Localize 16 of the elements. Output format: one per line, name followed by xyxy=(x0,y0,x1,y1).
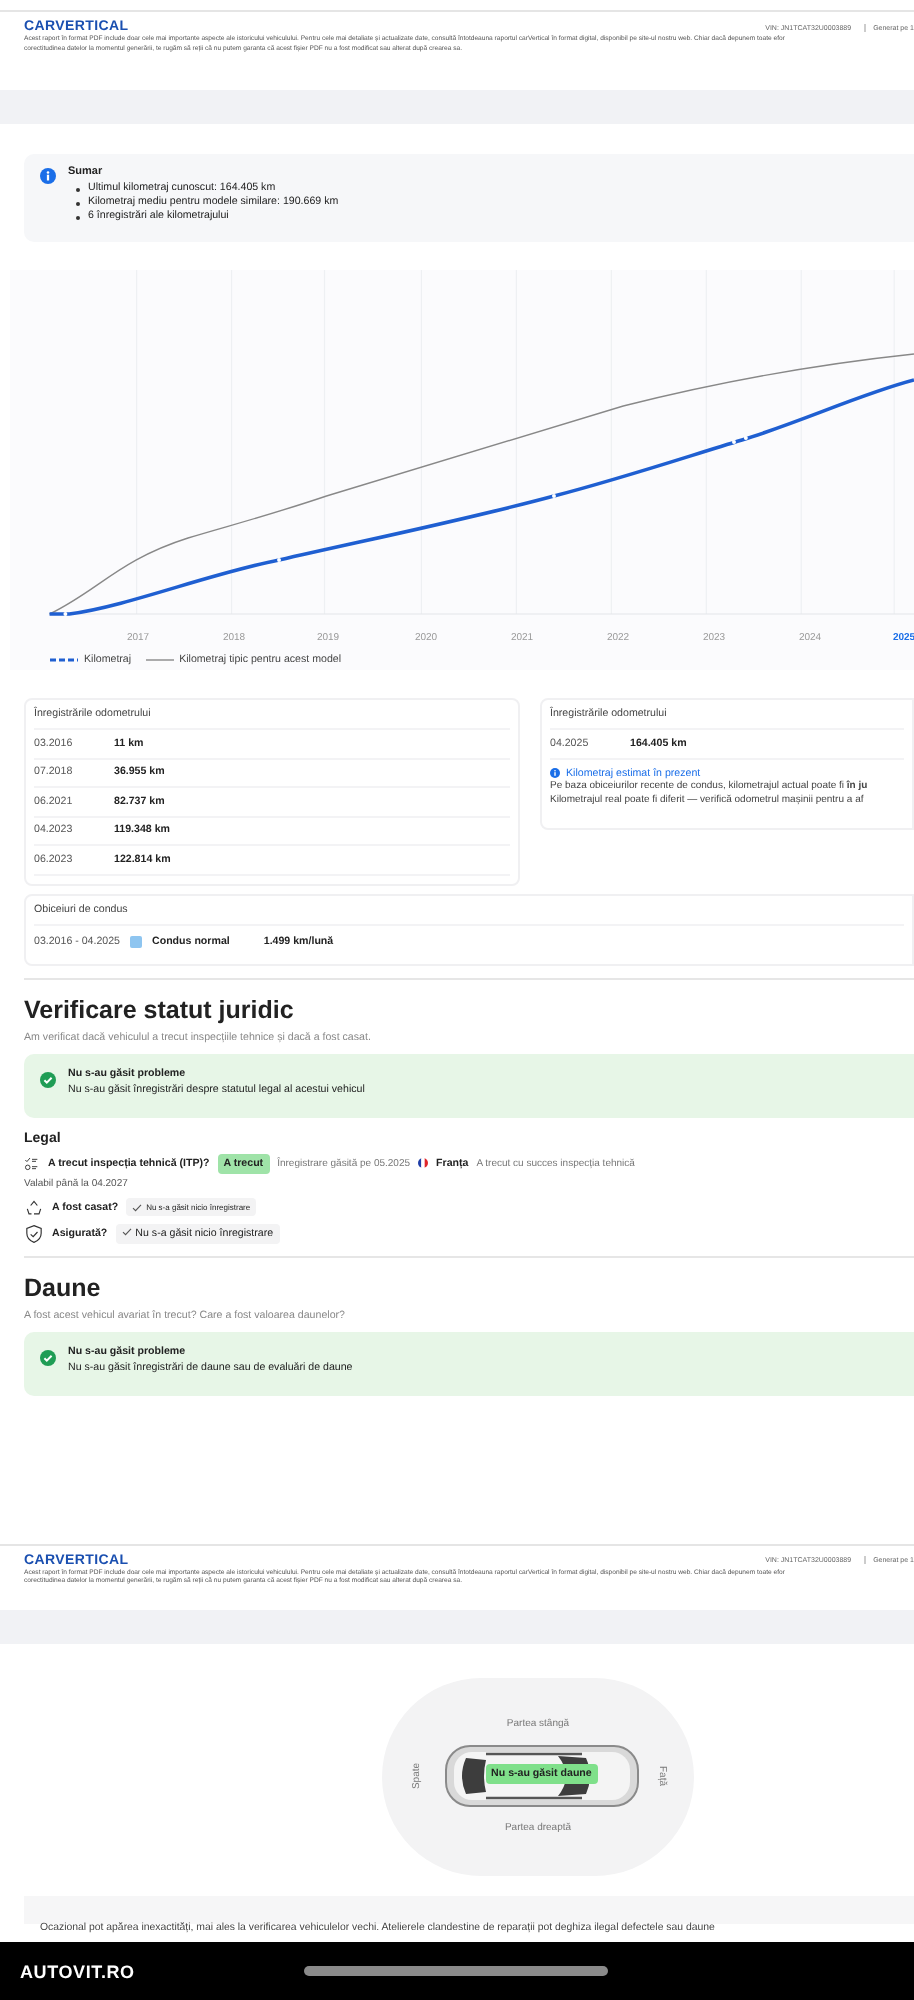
section-title: Daune xyxy=(24,1273,103,1301)
check-icon xyxy=(132,1203,143,1212)
checklist-icon xyxy=(24,1155,40,1171)
home-indicator[interactable] xyxy=(304,1966,608,1976)
info-icon xyxy=(550,768,560,778)
check-icon xyxy=(40,1349,56,1365)
app-logo: AUTOVIT.RO xyxy=(20,1961,135,1981)
shield-icon xyxy=(24,1223,44,1243)
legend-line-icon xyxy=(145,656,174,664)
legend-line-icon xyxy=(50,656,78,664)
check-icon xyxy=(121,1228,132,1237)
recycle-icon xyxy=(24,1197,44,1217)
flag-icon xyxy=(418,1158,429,1168)
check-icon xyxy=(40,1071,56,1087)
section-title: Verificare statut juridic xyxy=(24,995,296,1023)
info-icon xyxy=(40,168,56,184)
